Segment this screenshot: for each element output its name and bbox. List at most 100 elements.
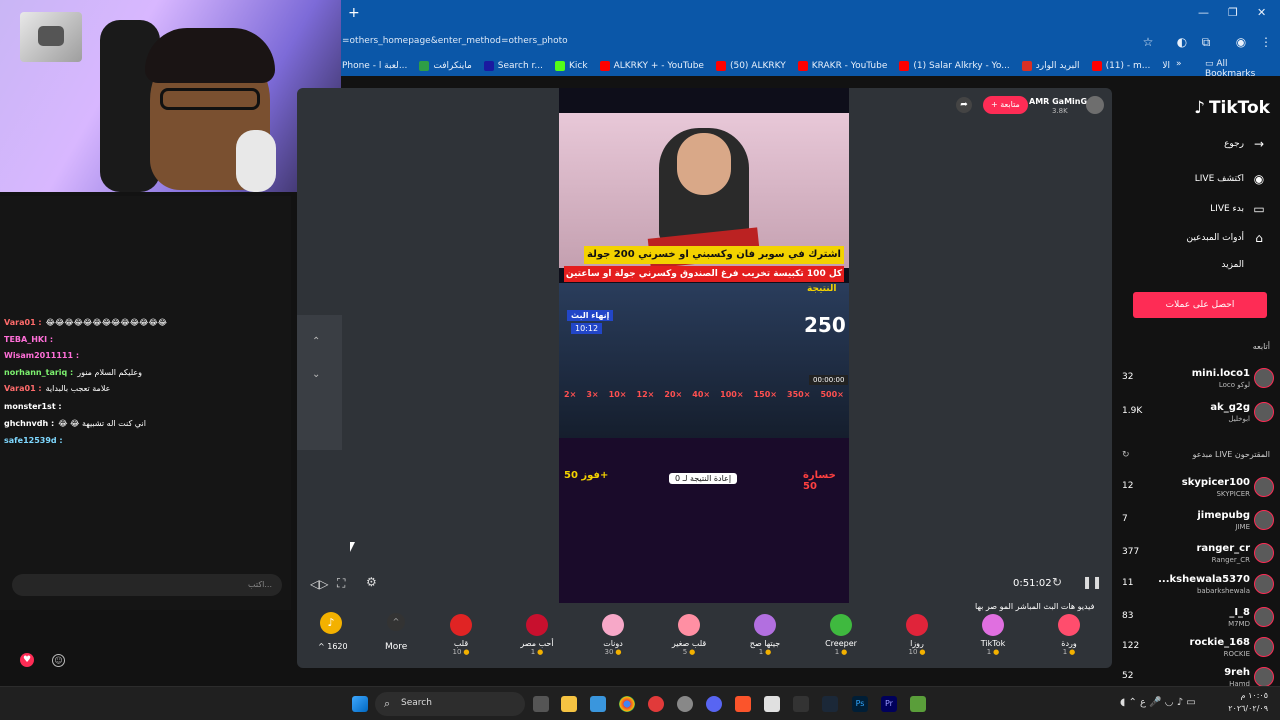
- chat-input[interactable]: اكتب...: [12, 574, 282, 596]
- gift-item[interactable]: Creeper 1 ●: [803, 604, 879, 656]
- creator-row[interactable]: 12 skypicer100 SKYPICER: [1112, 473, 1280, 505]
- coin-icon: ●: [615, 648, 622, 656]
- close-window-button[interactable]: ✕: [1257, 6, 1266, 19]
- bookmark-item[interactable]: Search r...: [483, 61, 543, 71]
- bookmark-item[interactable]: Kick: [555, 61, 588, 71]
- overlay-username[interactable]: Wisam2011111 :: [4, 351, 79, 360]
- creator-subname: ابوخليل: [1228, 415, 1250, 423]
- bookmark-item[interactable]: (1) Salar Alkrky - Yo...: [899, 61, 1010, 71]
- overlay-username[interactable]: norhann_tariq :: [4, 368, 73, 377]
- creator-row[interactable]: 32 mini.loco1 Loco لوكو: [1112, 364, 1280, 396]
- menu-dots-icon[interactable]: ⋮: [1259, 35, 1273, 49]
- extensions-puzzle-icon[interactable]: ⧉: [1199, 35, 1213, 49]
- creator-row[interactable]: 1.9K ak_g2g ابوخليل: [1112, 398, 1280, 430]
- more-gifts-button[interactable]: More: [385, 642, 407, 652]
- bookmark-icon: [419, 61, 430, 71]
- bookmarks-overflow-icon[interactable]: »: [1176, 59, 1182, 69]
- gift-item[interactable]: TikTok 1 ●: [955, 604, 1031, 656]
- bookmark-item[interactable]: ALKRKY + - YouTube: [599, 61, 704, 71]
- gift-item[interactable]: جيتها صح 1 ●: [727, 604, 803, 656]
- steam-icon[interactable]: [822, 696, 838, 712]
- elapsed-time: 0:51:02: [1013, 578, 1052, 589]
- gift-price-value: 1: [1062, 648, 1068, 656]
- refresh-suggestions-icon[interactable]: ↻: [1122, 450, 1130, 460]
- store-icon[interactable]: [590, 696, 606, 712]
- collapse-icon[interactable]: ◁▷: [310, 577, 328, 591]
- sidebar-nav-item[interactable]: LIVE بدء ▭: [1210, 202, 1266, 216]
- gift-item[interactable]: قلب صغير 5 ●: [651, 604, 727, 656]
- pause-icon[interactable]: ❚❚: [1082, 575, 1102, 589]
- creator-name: rockie_168: [1189, 637, 1250, 648]
- emoji-icon[interactable]: ☺: [52, 654, 65, 667]
- host-avatar[interactable]: [1086, 96, 1104, 114]
- share-icon[interactable]: ➦: [956, 97, 972, 113]
- gift-item[interactable]: روزا 10 ●: [879, 604, 955, 656]
- follow-button[interactable]: + متابعة: [983, 96, 1028, 114]
- host-name[interactable]: AMR GaMinG: [1029, 97, 1087, 106]
- brave-icon[interactable]: [735, 696, 751, 712]
- profile-icon[interactable]: ◉: [1234, 35, 1248, 49]
- creator-row[interactable]: 11 ...kshewala5370 babarkshewala: [1112, 570, 1280, 602]
- fullscreen-icon[interactable]: ⛶: [337, 576, 345, 591]
- gift-bar: قلب 10 ● أحب مصر 1 ● دونات 30 ● قلب صغير 5 ● جيتها ص…: [305, 604, 1110, 660]
- overlay-username[interactable]: safe12539d :: [4, 436, 63, 445]
- bookmark-item[interactable]: (11) - m...: [1091, 61, 1150, 71]
- stream-video[interactable]: اشترك في سوبر فان وكسبني او خسرني 200 جو…: [559, 88, 849, 603]
- overlay-message: Vara01 : 😂😂😂😂😂😂😂😂😂😂😂😂😂: [4, 318, 167, 327]
- coin-balance: ^ 1620: [318, 642, 348, 651]
- sidebar-nav-item[interactable]: رجوع →: [1224, 137, 1266, 151]
- task-view-icon[interactable]: [533, 696, 549, 712]
- chevron-up-icon[interactable]: ⌃: [312, 336, 320, 347]
- photoshop-icon[interactable]: Ps: [852, 696, 868, 712]
- overlay-username[interactable]: TEBA_HKI :: [4, 335, 53, 344]
- overlay-username[interactable]: monster1st :: [4, 402, 62, 411]
- overlay-username[interactable]: Vara01 :: [4, 384, 42, 393]
- creator-row[interactable]: 122 rockie_168 ROCKIE: [1112, 633, 1280, 665]
- bookmark-item[interactable]: ماينكرافت: [419, 61, 472, 71]
- sidebar-nav-item[interactable]: LIVE اكتشف ◉: [1195, 172, 1266, 186]
- minimize-button[interactable]: —: [1198, 6, 1209, 19]
- streamer-glasses: [160, 88, 260, 110]
- bookmark-item[interactable]: KRAKR - YouTube: [797, 61, 887, 71]
- file-explorer-icon[interactable]: [561, 696, 577, 712]
- app-icon[interactable]: [764, 696, 780, 712]
- creator-row[interactable]: 83 _I_8 M7MD: [1112, 603, 1280, 635]
- chrome-icon[interactable]: [619, 696, 635, 712]
- minecraft-icon[interactable]: [910, 696, 926, 712]
- bookmark-item[interactable]: البريد الوارد: [1021, 61, 1080, 71]
- bookmark-item[interactable]: الا: [1162, 61, 1170, 71]
- get-coins-button[interactable]: احصل على عملات: [1133, 292, 1267, 318]
- sidebar-nav-item[interactable]: المزيد: [1221, 260, 1266, 270]
- url-text[interactable]: =others_homepage&enter_method=others_pho…: [342, 36, 568, 46]
- overlay-username[interactable]: ghchnvdh :: [4, 419, 54, 428]
- gift-item[interactable]: وردة 1 ●: [1031, 604, 1107, 656]
- restore-button[interactable]: ❐: [1228, 6, 1238, 19]
- obs-icon[interactable]: [677, 696, 693, 712]
- premiere-icon[interactable]: Pr: [881, 696, 897, 712]
- discord-icon[interactable]: [706, 696, 722, 712]
- coin-icon[interactable]: ♪: [320, 612, 342, 634]
- new-tab-button[interactable]: +: [348, 5, 360, 21]
- creator-row[interactable]: 377 ranger_cr Ranger_CR: [1112, 539, 1280, 571]
- taskbar-search[interactable]: Search: [375, 692, 525, 716]
- star-icon[interactable]: ☆: [1141, 35, 1155, 49]
- extension-icon[interactable]: ◐: [1175, 35, 1189, 49]
- creator-row[interactable]: 7 jimepubg JIME: [1112, 506, 1280, 538]
- sidebar-nav-item[interactable]: أدوات المبدعين ⌂: [1186, 231, 1266, 245]
- gift-item[interactable]: قلب 10 ●: [423, 604, 499, 656]
- chevron-down-icon[interactable]: ⌄: [312, 369, 320, 380]
- overlay-username[interactable]: Vara01 :: [4, 318, 42, 327]
- gift-item[interactable]: أحب مصر 1 ●: [499, 604, 575, 656]
- gift-price: 1 ●: [835, 648, 848, 656]
- gift-item[interactable]: دونات 30 ●: [575, 604, 651, 656]
- heart-reaction-icon[interactable]: ♥: [20, 653, 34, 667]
- chevron-up-icon[interactable]: ^: [387, 613, 405, 631]
- settings-icon[interactable]: ⚙: [366, 575, 377, 589]
- tray-icons[interactable]: ◖ ⌃ ع 🎤 ◡ ♪ ▭: [1120, 697, 1196, 708]
- app-icon[interactable]: [648, 696, 664, 712]
- windows-start-icon[interactable]: [352, 696, 368, 712]
- capcut-icon[interactable]: [793, 696, 809, 712]
- bookmark-item[interactable]: (50) ALKRKY: [715, 61, 786, 71]
- refresh-icon[interactable]: ↻: [1052, 575, 1062, 589]
- tiktok-logo[interactable]: ♪ TikTok: [1194, 98, 1270, 118]
